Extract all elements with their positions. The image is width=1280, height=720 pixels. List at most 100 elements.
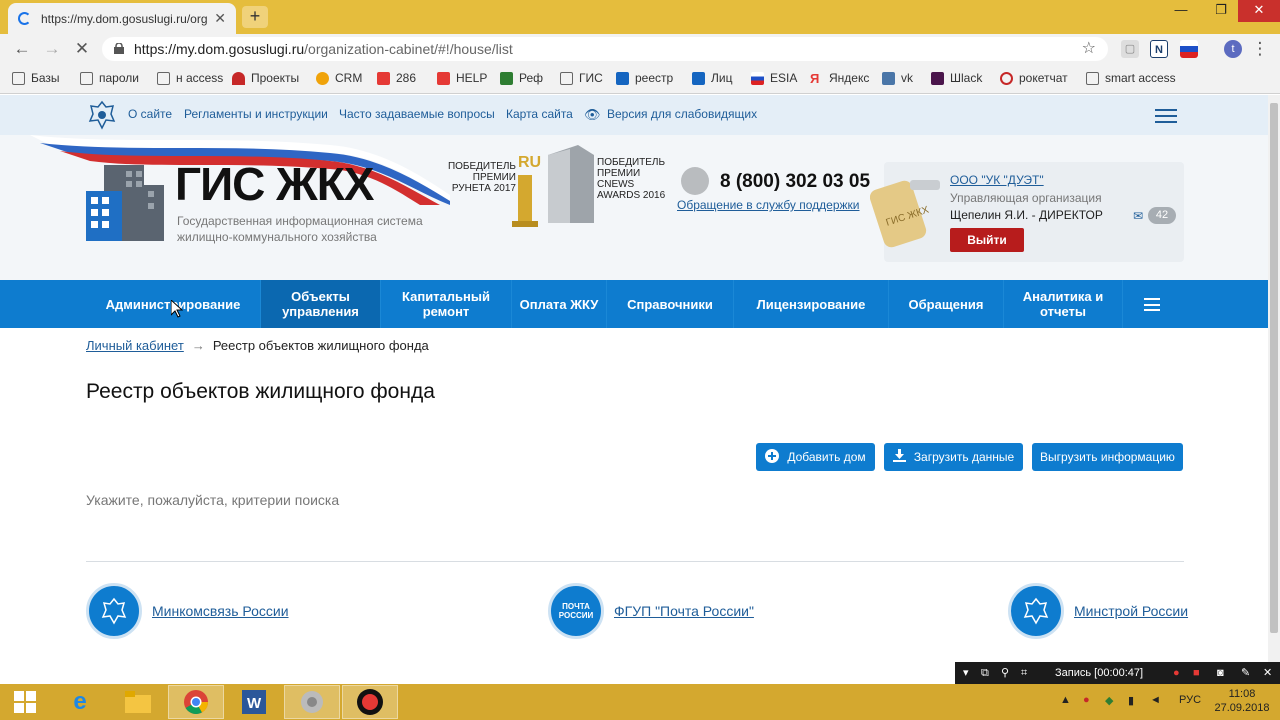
bookmark-item[interactable]: vk — [882, 71, 913, 85]
dropdown-icon[interactable]: ▾ — [963, 662, 969, 684]
volume-icon[interactable]: ◄ — [1150, 694, 1161, 706]
close-recorder-icon[interactable]: ✕ — [1263, 662, 1272, 684]
bookmark-item[interactable]: реестр — [616, 71, 673, 85]
faq-link[interactable]: Часто задаваемые вопросы — [339, 107, 495, 121]
footer-pochta[interactable]: ПОЧТА РОССИИ ФГУП "Почта России" — [548, 583, 754, 639]
window-icon[interactable]: ⧉ — [981, 662, 989, 684]
bookmark-item[interactable]: Базы — [12, 71, 60, 85]
bookmark-item[interactable]: HELP — [437, 71, 487, 85]
pencil-icon[interactable]: ✎ — [1241, 662, 1250, 684]
address-bar[interactable]: https://my.dom.gosuslugi.ru/organization… — [102, 37, 1108, 61]
hamburger-menu-icon[interactable] — [1155, 109, 1177, 123]
record-icon[interactable]: ● — [1173, 662, 1180, 684]
footer-divider — [86, 561, 1184, 562]
menu-icon[interactable]: ⋮ — [1250, 39, 1270, 59]
tray-recorder-icon[interactable]: ● — [1083, 694, 1090, 706]
support-request-link[interactable]: Обращение в службу поддержки — [677, 198, 860, 212]
bookmark-item[interactable]: рокетчат — [1000, 71, 1068, 85]
footer-link-label: Минкомсвязь России — [152, 603, 289, 619]
recording-status: Запись [00:00:47] — [1055, 667, 1144, 679]
logout-button[interactable]: Выйти — [950, 228, 1024, 252]
stop-record-icon[interactable]: ■ — [1193, 662, 1200, 684]
add-house-button[interactable]: Добавить дом — [756, 443, 875, 471]
tray-shield-icon[interactable]: ◆ — [1105, 694, 1113, 707]
bookmark-item[interactable]: ГИС — [560, 71, 603, 85]
bookmark-item[interactable]: пароли — [80, 71, 139, 85]
bookmark-item[interactable]: Проекты — [232, 71, 299, 85]
bookmark-item[interactable]: Я Яндекс — [810, 71, 869, 85]
footer-minstroy[interactable]: Минстрой России — [1008, 583, 1188, 639]
award-line: AWARDS 2016 — [597, 190, 666, 201]
crop-icon[interactable]: ⌗ — [1021, 662, 1027, 684]
regulations-link[interactable]: Регламенты и инструкции — [184, 107, 328, 121]
bookmark-item[interactable]: Лиц — [692, 71, 732, 85]
nav-capital-repair[interactable]: Капитальный ремонт — [381, 280, 511, 328]
back-icon[interactable]: ← — [12, 39, 32, 59]
minimize-button[interactable]: — — [1163, 0, 1199, 22]
nav-label: Лицензирование — [756, 296, 866, 312]
network-icon[interactable]: ▮ — [1128, 694, 1134, 707]
tray-expand-icon[interactable]: ▲ — [1060, 694, 1071, 706]
nav-references[interactable]: Справочники — [607, 280, 733, 328]
media-app-icon[interactable] — [284, 685, 340, 719]
sitemap-link[interactable]: Карта сайта — [506, 107, 573, 121]
nav-licensing[interactable]: Лицензирование — [734, 280, 888, 328]
bookmark-item[interactable]: CRM — [316, 71, 362, 85]
accessibility-link[interactable]: Версия для слабовидящих — [607, 107, 757, 121]
camera-icon[interactable]: ◙ — [1217, 662, 1224, 684]
registry-icon — [692, 71, 705, 85]
gis-logo-icon — [86, 165, 164, 241]
flag-extension-icon[interactable] — [1180, 40, 1198, 58]
nav-payment[interactable]: Оплата ЖКУ — [512, 280, 606, 328]
organization-name-link[interactable]: ООО "УК "ДУЭТ" — [950, 173, 1044, 187]
breadcrumb-current: Реестр объектов жилищного фонда — [212, 338, 429, 353]
extension-icon[interactable]: ▢ — [1121, 40, 1139, 58]
eye-icon: 👁 — [584, 107, 601, 122]
system-clock[interactable]: 11:08 27.09.2018 — [1212, 687, 1272, 715]
bookmark-item[interactable]: н access — [157, 71, 223, 85]
bookmark-item[interactable]: smart access — [1086, 71, 1176, 85]
more-menu-icon[interactable] — [1144, 298, 1160, 311]
mail-icon[interactable]: ✉ — [1133, 209, 1143, 223]
scrollbar-thumb[interactable] — [1270, 103, 1278, 633]
word-icon[interactable]: W — [226, 685, 282, 719]
bookmark-item[interactable]: 286 — [377, 71, 416, 85]
nav-analytics[interactable]: Аналитика и отчеты — [1004, 280, 1122, 328]
footer-mincomsvyaz[interactable]: Минкомсвязь России — [86, 583, 289, 639]
upload-data-button[interactable]: Загрузить данные — [884, 443, 1023, 471]
zoom-icon[interactable]: ⚲ — [1001, 662, 1009, 684]
windows-start-icon[interactable] — [0, 685, 50, 719]
close-tab-icon[interactable]: ✕ — [214, 10, 226, 27]
mail-icon — [377, 71, 390, 85]
about-link[interactable]: О сайте — [128, 107, 172, 121]
stop-icon[interactable]: ✕ — [72, 39, 92, 59]
browser-tab[interactable]: https://my.dom.gosuslugi.ru/org ✕ — [8, 3, 236, 34]
breadcrumb-home-link[interactable]: Личный кабинет — [86, 338, 184, 353]
forward-icon[interactable]: → — [42, 39, 62, 59]
restore-button[interactable]: ❐ — [1203, 0, 1239, 22]
bookmark-label: vk — [901, 71, 913, 85]
bookmark-item[interactable]: Реф — [500, 71, 543, 85]
award-line: CNEWS — [597, 179, 635, 190]
main-navigation: Администрирование Объектыуправления Капи… — [0, 280, 1268, 328]
internet-explorer-icon[interactable]: e — [52, 685, 108, 719]
bookmark-star-icon[interactable]: ☆ — [1082, 37, 1096, 61]
site-logo-subtitle: Государственная информационная система ж… — [177, 213, 457, 245]
file-explorer-icon[interactable] — [110, 685, 166, 719]
site-logo-title[interactable]: ГИС ЖКХ — [175, 157, 374, 211]
nav-appeals[interactable]: Обращения — [889, 280, 1003, 328]
message-count-badge[interactable]: 42 — [1148, 207, 1176, 224]
language-indicator[interactable]: РУС — [1179, 694, 1201, 706]
export-info-button[interactable]: Выгрузить информацию — [1032, 443, 1183, 471]
page-scrollbar[interactable] — [1268, 95, 1280, 665]
recorder-app-icon[interactable] — [342, 685, 398, 719]
bookmark-item[interactable]: Шlack — [931, 71, 982, 85]
new-tab-button[interactable]: + — [242, 6, 268, 28]
bookmark-label: пароли — [99, 71, 139, 85]
close-window-button[interactable]: ✕ — [1238, 0, 1280, 22]
nav-management-objects[interactable]: Объекты управления — [261, 280, 380, 328]
chrome-taskbar-icon[interactable] — [168, 685, 224, 719]
n-extension-icon[interactable]: N — [1150, 40, 1168, 58]
bookmark-item[interactable]: ESIA — [751, 71, 797, 85]
profile-avatar[interactable]: t — [1224, 40, 1242, 58]
